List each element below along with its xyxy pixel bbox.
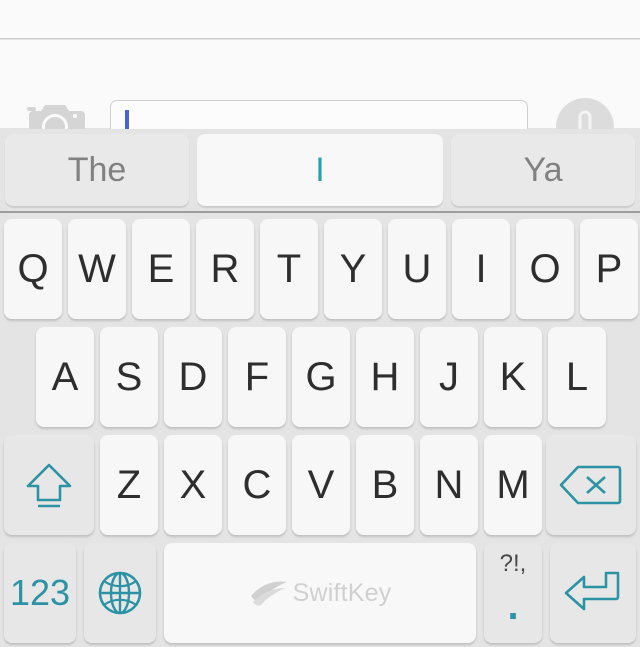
key-label: G	[305, 354, 337, 399]
key-punctuation[interactable]: ?!, .	[484, 543, 542, 643]
shift-arrow-icon	[19, 455, 79, 515]
key-enter[interactable]	[550, 543, 636, 643]
suggestion-label: I	[315, 150, 325, 189]
key-label: K	[499, 354, 527, 399]
keyboard: Q W E R T Y U I O P A S D F G H J K L Z …	[0, 215, 640, 647]
app-top-strip	[0, 0, 640, 39]
punctuation-secondary-label: ?!,	[499, 550, 527, 577]
key-label: Q	[17, 246, 49, 291]
key-d[interactable]: D	[164, 327, 222, 427]
key-n[interactable]: N	[420, 435, 478, 535]
swiftkey-bird-icon	[250, 581, 287, 606]
key-label: O	[529, 246, 561, 291]
key-label: S	[115, 354, 143, 399]
key-backspace[interactable]	[546, 435, 636, 535]
keyboard-row-qwerty: Q W E R T Y U I O P	[0, 219, 640, 319]
key-label: N	[434, 462, 464, 507]
suggestion-item-0[interactable]: The	[5, 134, 189, 206]
key-l[interactable]: L	[548, 327, 606, 427]
enter-return-icon	[562, 567, 624, 619]
key-label: P	[595, 246, 623, 291]
message-input-bar	[0, 40, 640, 156]
key-label: L	[565, 354, 589, 399]
key-c[interactable]: C	[228, 435, 286, 535]
key-label: M	[496, 462, 530, 507]
suggestion-label: The	[67, 150, 127, 189]
key-h[interactable]: H	[356, 327, 414, 427]
key-label: V	[307, 462, 335, 507]
key-label: X	[179, 462, 207, 507]
swiftkey-wordmark: SwiftKey	[292, 578, 392, 607]
key-label: J	[439, 354, 459, 399]
globe-icon	[94, 567, 146, 619]
key-label: D	[178, 354, 208, 399]
key-shift[interactable]	[4, 435, 94, 535]
key-o[interactable]: O	[516, 219, 574, 319]
key-label: R	[210, 246, 240, 291]
punctuation-primary-label: .	[507, 584, 519, 628]
key-label: U	[402, 246, 432, 291]
suggestion-label: Ya	[523, 150, 563, 189]
key-p[interactable]: P	[580, 219, 638, 319]
key-v[interactable]: V	[292, 435, 350, 535]
key-f[interactable]: F	[228, 327, 286, 427]
suggestion-item-2[interactable]: Ya	[451, 134, 635, 206]
key-numeric-mode[interactable]: 123	[4, 543, 76, 643]
key-w[interactable]: W	[68, 219, 126, 319]
key-label: H	[370, 354, 400, 399]
key-m[interactable]: M	[484, 435, 542, 535]
key-label: 123	[9, 572, 71, 613]
key-space[interactable]: SwiftKey	[164, 543, 476, 643]
key-label: A	[51, 354, 79, 399]
key-j[interactable]: J	[420, 327, 478, 427]
key-s[interactable]: S	[100, 327, 158, 427]
key-i[interactable]: I	[452, 219, 510, 319]
suggestion-bar: The I Ya	[0, 129, 640, 213]
key-label: B	[371, 462, 399, 507]
key-b[interactable]: B	[356, 435, 414, 535]
key-label: E	[147, 246, 175, 291]
key-y[interactable]: Y	[324, 219, 382, 319]
key-r[interactable]: R	[196, 219, 254, 319]
key-e[interactable]: E	[132, 219, 190, 319]
key-q[interactable]: Q	[4, 219, 62, 319]
key-z[interactable]: Z	[100, 435, 158, 535]
key-label: Z	[116, 462, 142, 507]
swiftkey-logo: SwiftKey	[249, 578, 392, 608]
key-a[interactable]: A	[36, 327, 94, 427]
keyboard-row-zxcv: Z X C V B N M	[0, 435, 640, 535]
key-u[interactable]: U	[388, 219, 446, 319]
key-language-globe[interactable]	[84, 543, 156, 643]
keyboard-row-bottom: 123 SwiftKey ?!, .	[0, 543, 640, 643]
keyboard-row-asdf: A S D F G H J K L	[0, 327, 640, 427]
swiftkey-keyboard-screen: The I Ya Q W E R T Y U I O P A S D F G H…	[0, 0, 640, 647]
key-t[interactable]: T	[260, 219, 318, 319]
suggestion-item-1[interactable]: I	[197, 134, 443, 206]
key-label: T	[276, 246, 302, 291]
key-x[interactable]: X	[164, 435, 222, 535]
key-k[interactable]: K	[484, 327, 542, 427]
key-label: F	[244, 354, 270, 399]
key-g[interactable]: G	[292, 327, 350, 427]
backspace-icon	[558, 462, 624, 508]
key-label: W	[78, 246, 116, 291]
key-label: Y	[339, 246, 367, 291]
key-label: I	[475, 246, 487, 291]
key-label: C	[242, 462, 272, 507]
